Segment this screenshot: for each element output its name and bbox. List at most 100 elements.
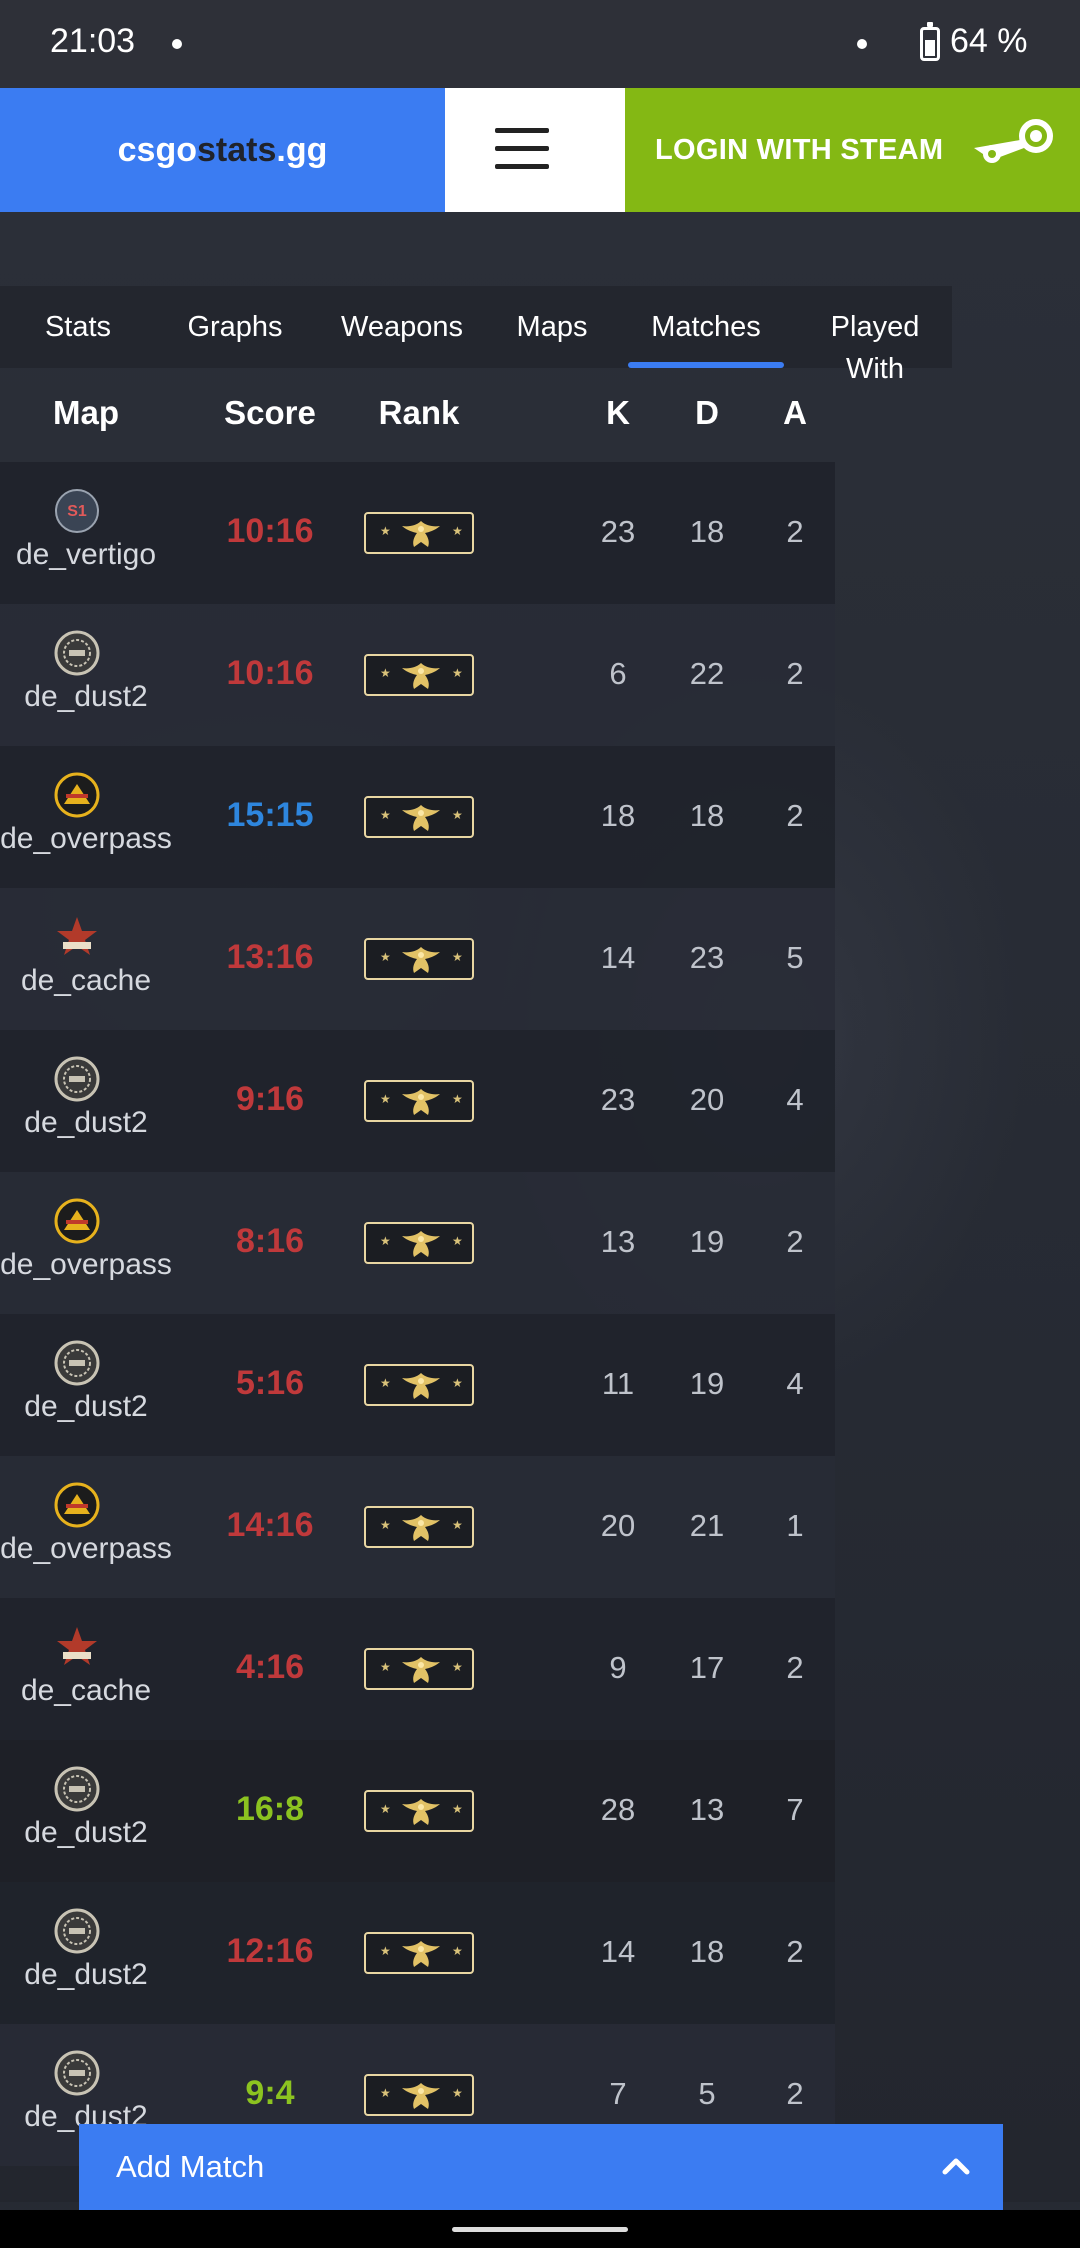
column-header-deaths[interactable]: D	[677, 394, 737, 432]
vertigo-map-icon: S1	[54, 488, 100, 534]
match-row[interactable]: de_overpass 8:16 ★ ★ 13 19 2	[0, 1172, 835, 1314]
match-row[interactable]: de_dust2 10:16 ★ ★ 6 22 2	[0, 604, 835, 746]
status-bar: 21:03 64 %	[0, 0, 1080, 88]
match-row[interactable]: de_dust2 12:16 ★ ★ 14 18 2	[0, 1882, 835, 2024]
kills-value: 14	[600, 1934, 636, 1969]
column-header-kills[interactable]: K	[588, 394, 648, 432]
match-row[interactable]: de_overpass 14:16 ★ ★ 20 21 1	[0, 1456, 835, 1598]
dust2-map-icon	[54, 630, 100, 676]
tab-maps[interactable]: Maps	[490, 286, 614, 368]
assists-value: 2	[786, 656, 804, 691]
gold-eagle-rank-icon: ★ ★	[364, 512, 474, 554]
deaths-value: 17	[689, 1650, 725, 1685]
match-score[interactable]: 8:16	[210, 1222, 330, 1261]
gold-eagle-rank-icon: ★ ★	[364, 1080, 474, 1122]
deaths-value: 19	[689, 1366, 725, 1401]
match-row[interactable]: de_cache 4:16 ★ ★ 9 17 2	[0, 1598, 835, 1740]
match-row[interactable]: de_dust2 9:16 ★ ★ 23 20 4	[0, 1030, 835, 1172]
kills-value: 6	[609, 656, 627, 691]
match-score[interactable]: 10:16	[210, 512, 330, 551]
map-name[interactable]: de_overpass	[0, 1248, 172, 1282]
match-row[interactable]: S1 de_vertigo 10:16 ★ ★ 23 18 2	[0, 462, 835, 604]
steam-logo-icon	[974, 119, 1053, 163]
assists-value: 7	[786, 1792, 804, 1827]
kills-value: 11	[601, 1366, 635, 1401]
tab-graphs[interactable]: Graphs	[156, 286, 314, 368]
match-score[interactable]: 14:16	[210, 1506, 330, 1545]
tab-played-with[interactable]: Played With	[798, 286, 952, 385]
match-row[interactable]: de_dust2 5:16 ★ ★ 11 19 4	[0, 1314, 835, 1456]
cache-map-icon	[54, 1624, 100, 1670]
site-header: csgo stats .gg LOGIN WITH STEAM	[0, 88, 1080, 212]
map-name[interactable]: de_dust2	[0, 680, 172, 714]
assists-value: 5	[786, 940, 804, 975]
dust2-map-icon	[54, 1056, 100, 1102]
site-logo[interactable]: csgo stats .gg	[0, 88, 445, 212]
match-score[interactable]: 9:4	[210, 2074, 330, 2113]
kills-value: 28	[600, 1792, 636, 1827]
battery-icon	[920, 22, 940, 61]
match-row[interactable]: de_dust2 16:8 ★ ★ 28 13 7	[0, 1740, 835, 1882]
match-score[interactable]: 10:16	[210, 654, 330, 693]
kills-value: 20	[600, 1508, 636, 1543]
cache-map-icon	[54, 914, 100, 960]
match-row[interactable]: de_cache 13:16 ★ ★ 14 23 5	[0, 888, 835, 1030]
map-name[interactable]: de_cache	[0, 964, 172, 998]
home-gesture-handle[interactable]	[452, 2227, 628, 2232]
map-name[interactable]: de_cache	[0, 1674, 172, 1708]
match-score[interactable]: 4:16	[210, 1648, 330, 1687]
assists-value: 1	[786, 1508, 804, 1543]
match-score[interactable]: 15:15	[210, 796, 330, 835]
add-match-bar[interactable]: Add Match	[79, 2124, 1003, 2210]
map-name[interactable]: de_dust2	[0, 1106, 172, 1140]
dust2-map-icon	[54, 1908, 100, 1954]
deaths-value: 18	[689, 798, 725, 833]
tab-weapons[interactable]: Weapons	[314, 286, 490, 368]
tab-stats[interactable]: Stats	[0, 286, 156, 368]
column-header-assists[interactable]: A	[765, 394, 825, 432]
assists-value: 4	[786, 1082, 804, 1117]
map-name[interactable]: de_dust2	[0, 1390, 172, 1424]
kills-value: 23	[600, 1082, 636, 1117]
map-name[interactable]: de_vertigo	[0, 538, 172, 572]
gold-eagle-rank-icon: ★ ★	[364, 654, 474, 696]
map-name[interactable]: de_overpass	[0, 822, 172, 856]
login-with-steam-label: LOGIN WITH STEAM	[655, 133, 944, 166]
notification-dot-icon	[172, 39, 182, 49]
assists-value: 4	[786, 1366, 804, 1401]
gold-eagle-rank-icon: ★ ★	[364, 1222, 474, 1264]
hamburger-menu-button[interactable]	[445, 88, 1057, 212]
map-name[interactable]: de_dust2	[0, 1958, 172, 1992]
login-with-steam-button[interactable]: LOGIN WITH STEAM	[625, 88, 1080, 212]
column-header-map[interactable]: Map	[0, 394, 172, 432]
kills-value: 9	[609, 1650, 627, 1685]
kills-value: 13	[600, 1224, 636, 1259]
deaths-value: 5	[698, 2076, 716, 2111]
match-score[interactable]: 12:16	[210, 1932, 330, 1971]
assists-value: 2	[786, 1224, 804, 1259]
map-name[interactable]: de_dust2	[0, 1816, 172, 1850]
tab-matches[interactable]: Matches	[628, 286, 784, 368]
match-score[interactable]: 5:16	[210, 1364, 330, 1403]
map-name[interactable]: de_overpass	[0, 1532, 172, 1566]
deaths-value: 21	[689, 1508, 725, 1543]
match-score[interactable]: 9:16	[210, 1080, 330, 1119]
notification-dot-icon	[857, 39, 867, 49]
system-nav-bar	[0, 2210, 1080, 2248]
deaths-value: 18	[689, 514, 725, 549]
gold-eagle-rank-icon: ★ ★	[364, 1932, 474, 1974]
match-score[interactable]: 13:16	[210, 938, 330, 977]
status-time: 21:03	[50, 22, 136, 60]
kills-value: 18	[600, 798, 636, 833]
deaths-value: 22	[689, 656, 725, 691]
match-score[interactable]: 16:8	[210, 1790, 330, 1829]
gold-eagle-rank-icon: ★ ★	[364, 938, 474, 980]
deaths-value: 13	[689, 1792, 725, 1827]
add-match-label: Add Match	[116, 2149, 265, 2184]
match-row[interactable]: de_overpass 15:15 ★ ★ 18 18 2	[0, 746, 835, 888]
column-header-rank[interactable]: Rank	[364, 394, 474, 432]
dust2-map-icon	[54, 1340, 100, 1386]
overpass-map-icon	[54, 1482, 100, 1528]
gold-eagle-rank-icon: ★ ★	[364, 1648, 474, 1690]
column-header-score[interactable]: Score	[210, 394, 330, 432]
